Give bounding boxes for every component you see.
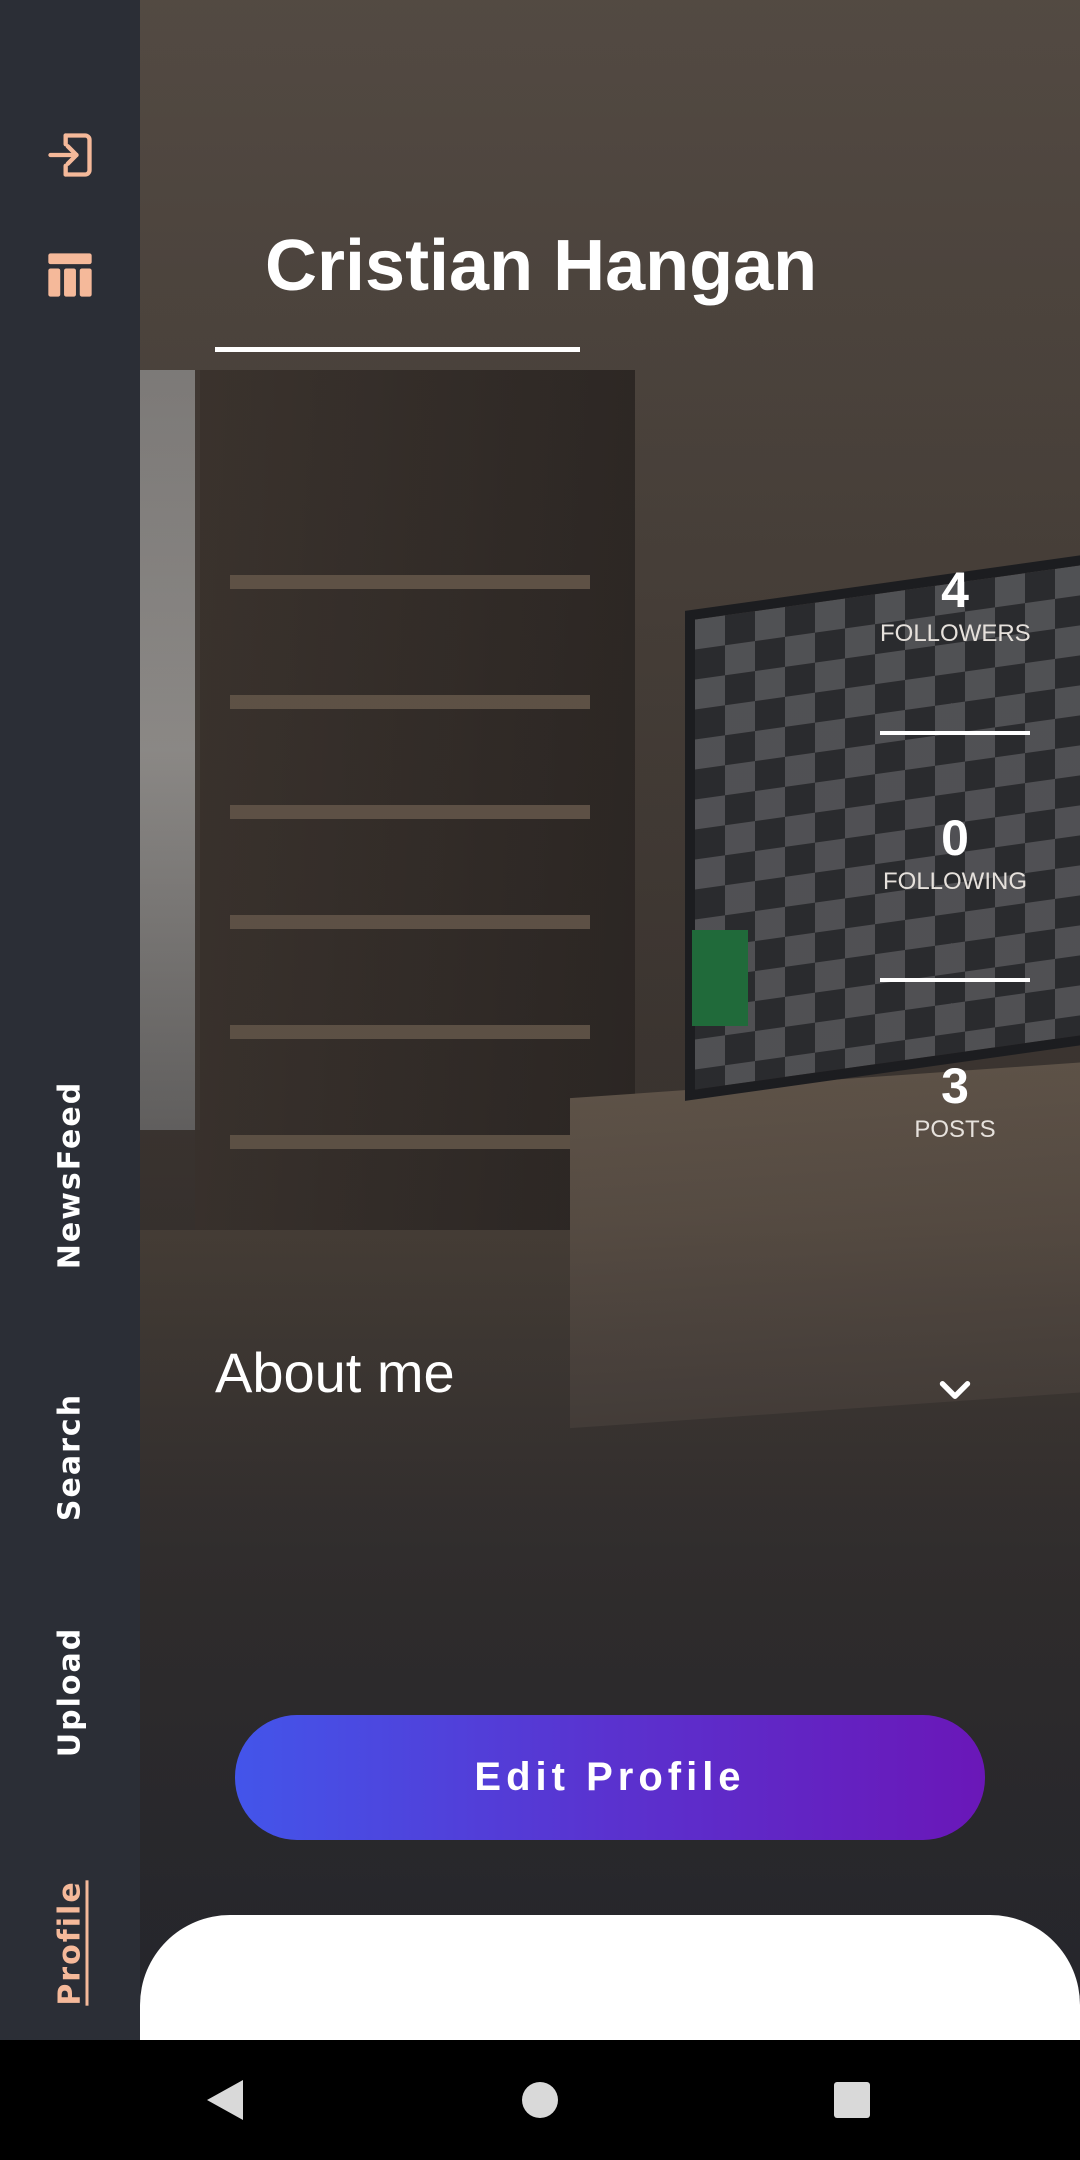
table-icon[interactable]	[40, 245, 100, 305]
sidebar: NewsFeed Search Upload Profile	[0, 0, 140, 2040]
sidebar-item-profile[interactable]: Profile	[53, 1880, 88, 2005]
logout-icon[interactable]	[40, 125, 100, 185]
system-nav-bar	[0, 2040, 1080, 2160]
followers-label: FOLLOWERS	[880, 620, 1031, 647]
following-stat[interactable]: 0 FOLLOWING	[880, 810, 1030, 898]
stat-divider	[880, 731, 1030, 735]
sidebar-item-search[interactable]: Search	[53, 1393, 88, 1521]
following-label: FOLLOWING	[882, 868, 1027, 895]
edit-profile-button[interactable]: Edit Profile	[235, 1715, 985, 1840]
chevron-down-icon[interactable]	[930, 1365, 980, 1415]
profile-name: Cristian Hangan	[265, 226, 818, 306]
followers-stat[interactable]: 4 FOLLOWERS	[880, 562, 1031, 650]
name-underline	[215, 347, 580, 352]
posts-stat[interactable]: 3 POSTS	[880, 1058, 1030, 1146]
sidebar-item-newsfeed[interactable]: NewsFeed	[53, 1081, 88, 1269]
posts-count: 3	[941, 1058, 969, 1114]
following-count: 0	[941, 810, 969, 866]
sidebar-item-upload[interactable]: Upload	[53, 1627, 88, 1757]
followers-count: 4	[941, 562, 969, 618]
back-icon[interactable]	[195, 2070, 255, 2130]
profile-screen: NewsFeed Search Upload Profile Cristian …	[0, 0, 1080, 2160]
home-icon[interactable]	[510, 2070, 570, 2130]
recents-icon[interactable]	[822, 2070, 882, 2130]
stat-divider	[880, 978, 1030, 982]
posts-label: POSTS	[914, 1116, 996, 1143]
bottom-sheet[interactable]	[140, 1915, 1080, 2040]
about-me-title: About me	[215, 1341, 455, 1404]
